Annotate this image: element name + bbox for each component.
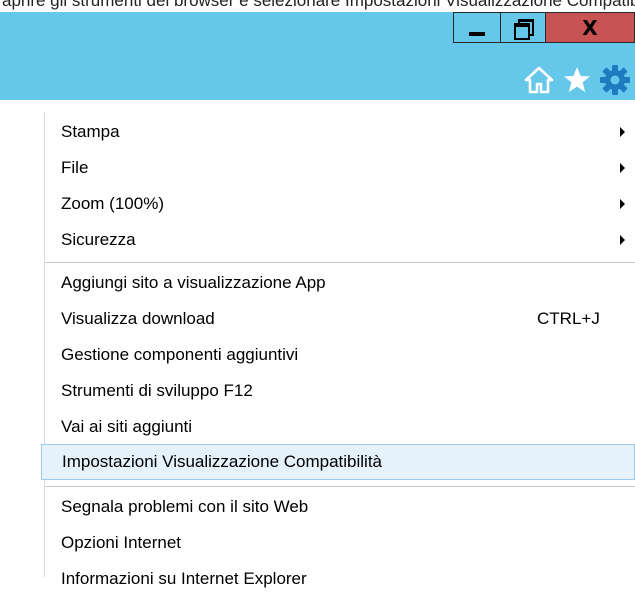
menu-separator (45, 262, 635, 263)
menu-item-label: Segnala problemi con il sito Web (61, 497, 309, 516)
menu-item-visualizza-download[interactable]: Visualizza download CTRL+J (41, 301, 635, 337)
menu-item-compatibilita[interactable]: Impostazioni Visualizzazione Compatibili… (41, 444, 635, 480)
menu-item-aggiungi-app[interactable]: Aggiungi sito a visualizzazione App (41, 265, 635, 301)
menu-item-stampa[interactable]: Stampa (41, 114, 635, 150)
close-button[interactable]: X (545, 12, 635, 43)
minimize-icon (469, 31, 485, 36)
top-strip-text: aprire gli strumenti del browser e selez… (2, 0, 635, 10)
menu-item-segnala-problemi[interactable]: Segnala problemi con il sito Web (41, 489, 635, 525)
menu-item-label: Opzioni Internet (61, 533, 182, 552)
menu-item-label: Sicurezza (61, 230, 136, 249)
menu-item-label: Gestione componenti aggiuntivi (61, 345, 299, 364)
tools-menu: Stampa File Zoom (100%) Sicurezza Aggiun… (0, 112, 635, 588)
menu-item-strumenti-sviluppo[interactable]: Strumenti di sviluppo F12 (41, 373, 635, 409)
menu-item-label: Aggiungi sito a visualizzazione App (61, 273, 326, 292)
title-bar: X (0, 12, 635, 100)
menu-item-label: Visualizza download (61, 309, 215, 328)
menu-item-label: Informazioni su Internet Explorer (61, 569, 307, 588)
minimize-button[interactable] (453, 12, 501, 43)
submenu-arrow-icon (620, 199, 625, 209)
toolbar-icons (523, 64, 631, 96)
maximize-button[interactable] (500, 12, 546, 43)
menu-separator (45, 486, 635, 487)
restore-icon (514, 18, 534, 40)
favorites-star-icon[interactable] (561, 64, 593, 96)
menu-item-siti-aggiunti[interactable]: Vai ai siti aggiunti (41, 409, 635, 445)
menu-item-label: Vai ai siti aggiunti (61, 417, 193, 436)
menu-item-label: Stampa (61, 122, 120, 141)
submenu-arrow-icon (620, 163, 625, 173)
menu-item-label: Impostazioni Visualizzazione Compatibili… (62, 452, 383, 471)
tools-gear-icon[interactable] (599, 64, 631, 96)
menu-item-componenti-aggiuntivi[interactable]: Gestione componenti aggiuntivi (41, 337, 635, 373)
menu-item-sicurezza[interactable]: Sicurezza (41, 222, 635, 258)
menu-item-zoom[interactable]: Zoom (100%) (41, 186, 635, 222)
menu-item-label: File (61, 158, 89, 177)
home-icon[interactable] (523, 64, 555, 96)
menu-item-file[interactable]: File (41, 150, 635, 186)
close-icon: X (582, 15, 598, 40)
menu-item-label: Zoom (100%) (61, 194, 164, 213)
menu-item-label: Strumenti di sviluppo F12 (61, 381, 253, 400)
submenu-arrow-icon (620, 235, 625, 245)
menu-item-opzioni-internet[interactable]: Opzioni Internet (41, 525, 635, 561)
menu-item-informazioni-ie[interactable]: Informazioni su Internet Explorer (41, 561, 635, 597)
submenu-arrow-icon (620, 127, 625, 137)
top-strip: aprire gli strumenti del browser e selez… (0, 0, 635, 12)
menu-item-shortcut: CTRL+J (537, 309, 600, 328)
